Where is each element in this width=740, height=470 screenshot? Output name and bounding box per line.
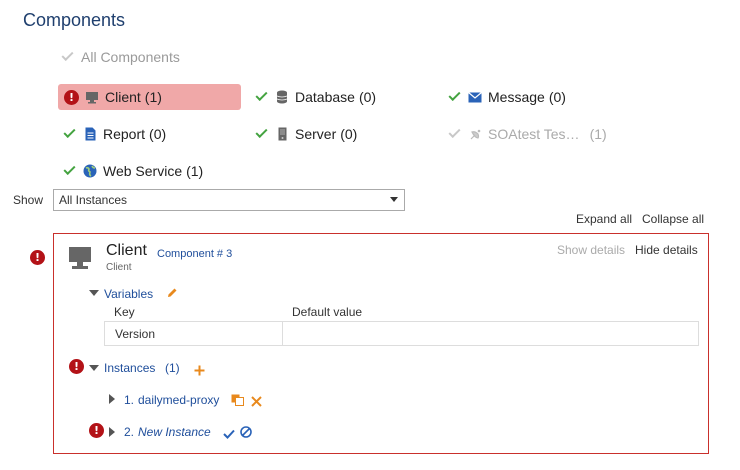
collapse-instances-icon[interactable]: [89, 365, 99, 371]
filter-count: (1): [186, 163, 204, 179]
filter-label: Message: [488, 89, 545, 105]
add-instance-icon[interactable]: [194, 364, 205, 379]
filter-count: (0): [358, 89, 377, 105]
envelope-icon: [468, 90, 482, 104]
satellite-icon: [468, 127, 482, 141]
filter-web-service[interactable]: Web Service (1): [63, 158, 204, 184]
cancel-icon[interactable]: [240, 426, 252, 441]
pencil-icon[interactable]: [166, 287, 178, 302]
filter-count: (1): [589, 126, 607, 142]
instances-toggle[interactable]: Instances: [104, 361, 155, 375]
collapse-variables-icon[interactable]: [89, 290, 99, 296]
expand-instance-icon[interactable]: [109, 427, 115, 437]
variables-table: Key Default value Version: [104, 303, 699, 346]
monitor-icon: [85, 90, 99, 104]
filter-label: Database: [295, 89, 355, 105]
filter-server[interactable]: Server (0): [255, 121, 358, 147]
expand-all-button[interactable]: Expand all: [576, 212, 632, 226]
variable-default[interactable]: [283, 322, 698, 345]
error-icon: !: [30, 250, 45, 265]
copy-icon[interactable]: [231, 394, 244, 409]
delete-icon[interactable]: [251, 395, 262, 410]
check-icon: [448, 125, 461, 139]
variables-toggle[interactable]: Variables: [104, 287, 153, 301]
column-key: Key: [114, 305, 135, 319]
filter-count: (0): [548, 89, 566, 105]
check-icon: [63, 162, 76, 176]
show-label: Show: [13, 193, 44, 207]
show-details-button[interactable]: Show details: [557, 243, 625, 257]
instances-select[interactable]: All Instances: [53, 189, 405, 211]
filter-label: All Components: [81, 49, 180, 65]
instance-number: 2.: [124, 425, 135, 439]
variable-key: Version: [105, 322, 283, 345]
server-icon: [275, 127, 289, 141]
globe-icon: [83, 164, 97, 178]
check-icon: [448, 88, 461, 102]
filter-message[interactable]: Message (0): [448, 84, 566, 110]
instance-name-link[interactable]: dailymed-proxy: [138, 393, 219, 407]
error-icon: !: [64, 89, 79, 105]
instances-count: (1): [165, 361, 180, 375]
component-type: Client: [106, 262, 132, 273]
error-icon: !: [69, 359, 84, 374]
table-row: Version: [104, 321, 699, 346]
check-icon: [63, 125, 76, 139]
check-icon: [255, 125, 268, 139]
filter-label: Server: [295, 126, 337, 142]
check-icon: [255, 88, 268, 102]
filter-label: Client: [105, 89, 141, 105]
hide-details-button[interactable]: Hide details: [635, 243, 698, 257]
database-icon: [275, 90, 289, 104]
collapse-all-button[interactable]: Collapse all: [642, 212, 704, 226]
filter-label: SOAtest Tes…: [488, 126, 580, 142]
monitor-icon: [67, 246, 93, 275]
expand-instance-icon[interactable]: [109, 394, 115, 404]
document-icon: [83, 127, 97, 141]
filter-label: Report: [103, 126, 146, 142]
column-default-value: Default value: [292, 305, 363, 319]
filter-report[interactable]: Report (0): [63, 121, 167, 147]
error-icon: !: [89, 423, 104, 438]
page-title: Components: [23, 10, 126, 30]
component-number-link[interactable]: Component # 3: [157, 248, 232, 260]
instance-name-link[interactable]: New Instance: [138, 425, 211, 439]
filter-count: (0): [340, 126, 358, 142]
instance-number: 1.: [124, 393, 135, 407]
filter-count: (0): [149, 126, 167, 142]
filter-soatest[interactable]: SOAtest Tes… (1): [448, 121, 607, 147]
confirm-icon[interactable]: [223, 427, 235, 442]
filter-all-components[interactable]: All Components: [61, 46, 180, 68]
filter-client[interactable]: ! Client (1): [58, 84, 241, 110]
component-name: Client: [106, 242, 147, 259]
filter-database[interactable]: Database (0): [255, 84, 377, 110]
filter-label: Web Service: [103, 163, 183, 179]
check-icon: [61, 48, 74, 62]
select-value: All Instances: [59, 193, 128, 207]
filter-count: (1): [144, 89, 162, 105]
chevron-down-icon: [390, 197, 398, 202]
